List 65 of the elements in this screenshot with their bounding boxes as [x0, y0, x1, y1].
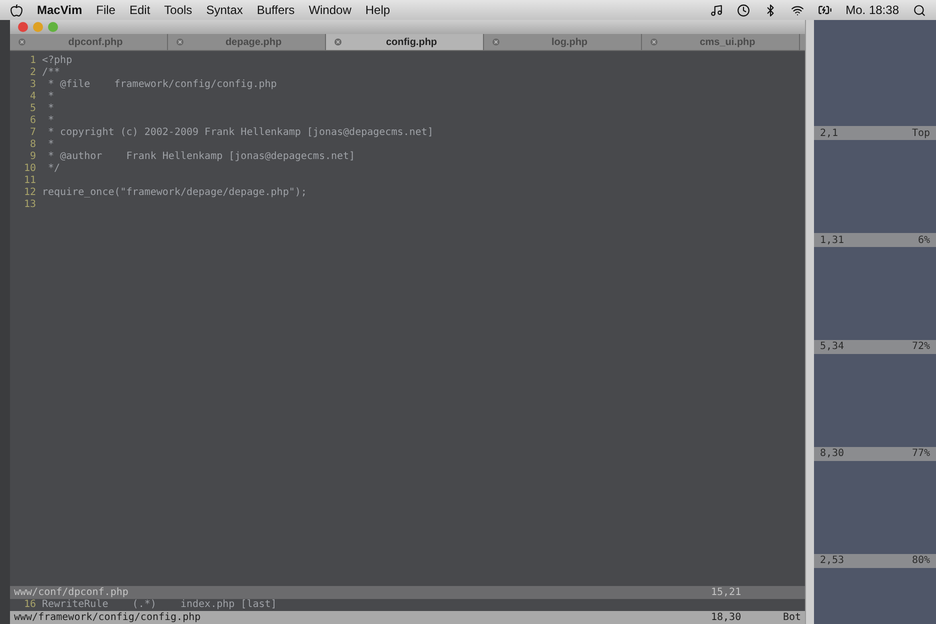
wifi-icon[interactable] [790, 4, 804, 16]
line-number: 10 [22, 163, 37, 175]
line-number: 5 [28, 103, 37, 115]
close-icon[interactable] [18, 38, 26, 46]
clock-text[interactable]: Mo. 18:38 [846, 3, 899, 17]
menu-item[interactable]: Syntax [206, 3, 243, 17]
file-path: www/conf/dpconf.php [14, 587, 128, 598]
menu-item[interactable]: Window [308, 3, 352, 17]
music-icon[interactable] [710, 4, 723, 16]
code-line: */ [47, 163, 60, 175]
line-number: 16 [22, 599, 37, 611]
menu-item[interactable]: Tools [164, 3, 192, 17]
line-number: 13 [22, 199, 37, 211]
close-icon[interactable] [334, 38, 342, 46]
scroll-position: 72% [912, 341, 930, 352]
close-icon[interactable] [176, 38, 184, 46]
file-path: www/framework/config/config.php [14, 612, 201, 623]
scroll-position: 80% [912, 555, 930, 566]
zoom-icon[interactable] [48, 22, 58, 32]
scroll-position: 6% [918, 234, 930, 246]
line-number: 12 [22, 187, 37, 199]
cursor-position: 1,31 [820, 234, 844, 246]
code-line: require_once("framework/depage/depage.php"); [42, 187, 307, 199]
battery-icon[interactable] [818, 3, 832, 17]
line-number: 1 [28, 55, 37, 67]
cursor-position: 18,30 [711, 612, 742, 623]
cursor-position: 8,30 [820, 448, 844, 460]
scrollbar[interactable] [805, 20, 814, 624]
code-line: * [47, 115, 54, 127]
cursor-position: 2,1 [820, 128, 838, 139]
scroll-position: Top [912, 128, 930, 139]
code-line: * [47, 103, 54, 115]
close-icon[interactable] [18, 22, 28, 32]
line-number: 11 [22, 175, 37, 187]
line-number: 4 [28, 91, 37, 103]
line-number: 6 [28, 115, 37, 127]
line-number: 9 [28, 151, 37, 163]
menu-item[interactable]: Buffers [256, 3, 295, 17]
code-line: <?php [42, 55, 72, 67]
line-number: 7 [28, 127, 37, 139]
code-line: RewriteRule (.*) index.php [last] [42, 599, 277, 611]
code-line: * [47, 91, 54, 103]
cursor-position: 15,21 [711, 587, 742, 598]
code-line: * [47, 139, 54, 151]
cursor-position: 2,53 [820, 555, 844, 566]
clock-icon[interactable] [736, 4, 750, 16]
scroll-position: 77% [912, 448, 930, 460]
cursor-position: 5,34 [820, 341, 844, 352]
code-line: * @author Frank Hellenkamp [jonas@depagecms.net] [47, 151, 356, 163]
menu-item[interactable]: File [96, 3, 116, 17]
scroll-position: Bot [782, 612, 801, 623]
apple-icon[interactable] [10, 4, 23, 16]
close-icon[interactable] [492, 38, 500, 46]
line-number: 8 [28, 139, 37, 151]
line-number: 3 [28, 79, 37, 91]
menu-item[interactable]: Help [365, 3, 390, 17]
tab[interactable]: config.php [326, 34, 484, 50]
search-icon[interactable] [913, 4, 926, 16]
code-line: * copyright (c) 2002-2009 Frank Hellenkamp [jonas@depagecms.net] [47, 127, 434, 139]
code-line: * @file framework/config/config.php [47, 79, 277, 91]
line-number: 2 [28, 67, 37, 79]
app-menu[interactable]: MacVim [37, 3, 82, 17]
menu-item[interactable]: Edit [129, 3, 150, 17]
close-icon[interactable] [650, 38, 658, 46]
code-line: /** [42, 67, 60, 79]
